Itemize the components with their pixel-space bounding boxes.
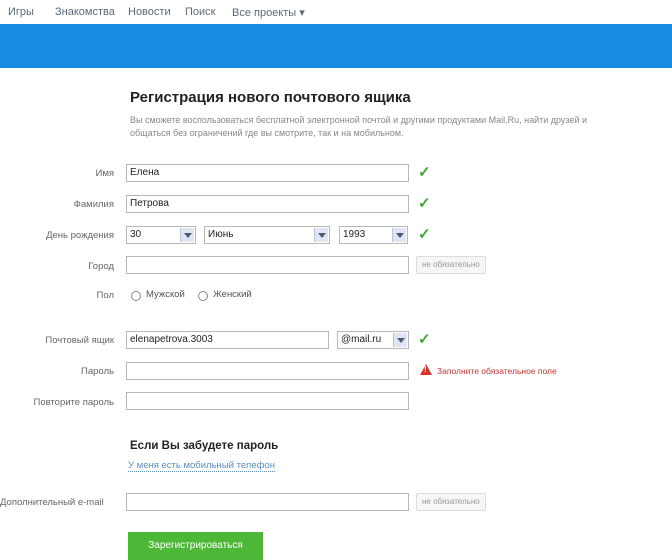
city-label: Город: [88, 261, 114, 272]
password-input[interactable]: [126, 362, 409, 380]
gender-male-radio[interactable]: [131, 291, 141, 301]
birthday-label: День рождения: [46, 230, 114, 241]
password-repeat-label: Повторите пароль: [33, 397, 114, 408]
email-check-icon: ✓: [418, 331, 431, 348]
email-domain-value: @mail.ru: [341, 334, 382, 345]
forgot-password-heading: Если Вы забудете пароль: [130, 440, 279, 452]
warning-triangle-icon: [420, 364, 432, 375]
register-button[interactable]: Зарегистрироваться: [128, 532, 263, 560]
birth-month-value: Июнь: [208, 229, 234, 240]
page-description: Вы сможете воспользоваться бесплатной эл…: [130, 115, 587, 138]
extra-email-input[interactable]: [126, 493, 409, 511]
birth-year-value: 1993: [343, 229, 366, 240]
extra-email-label: Дополнительный e-mail: [0, 497, 104, 508]
chevron-down-icon: [393, 333, 407, 347]
city-optional-hint: не обязательно: [416, 256, 486, 274]
city-input[interactable]: [126, 256, 409, 274]
birth-year-select[interactable]: 1993: [339, 226, 408, 244]
header-banner: [0, 24, 672, 68]
page-title: Регистрация нового почтового ящика: [130, 89, 411, 106]
chevron-down-icon: [392, 228, 406, 242]
birth-month-select[interactable]: Июнь: [204, 226, 330, 244]
chevron-down-icon: [180, 228, 194, 242]
last-name-check-icon: ✓: [418, 195, 431, 212]
email-login-input[interactable]: elenapetrova.3003: [126, 331, 329, 349]
email-label: Почтовый ящик: [45, 335, 114, 346]
gender-label: Пол: [96, 290, 114, 301]
last-name-input[interactable]: Петрова: [126, 195, 409, 213]
nav-dating[interactable]: Знакомства: [55, 6, 115, 18]
first-name-input[interactable]: Елена: [126, 164, 409, 182]
birthday-check-icon: ✓: [418, 226, 431, 243]
nav-games[interactable]: Игры: [8, 6, 34, 18]
birth-day-select[interactable]: 30: [126, 226, 196, 244]
password-error-message: Заполните обязательное поле: [437, 366, 557, 376]
password-label: Пароль: [81, 366, 114, 377]
nav-all-projects[interactable]: Все проекты ▾: [232, 6, 305, 19]
first-name-check-icon: ✓: [418, 164, 431, 181]
extra-email-optional-hint: не обязательно: [416, 493, 486, 511]
password-repeat-input[interactable]: [126, 392, 409, 410]
top-navigation: Игры Знакомства Новости Поиск Все проект…: [0, 0, 672, 24]
nav-news[interactable]: Новости: [128, 6, 171, 18]
gender-female-radio[interactable]: [198, 291, 208, 301]
mobile-phone-link[interactable]: У меня есть мобильный телефон: [128, 460, 275, 472]
first-name-label: Имя: [95, 168, 114, 179]
gender-female-label[interactable]: Женский: [213, 289, 252, 300]
chevron-down-icon: [314, 228, 328, 242]
birth-day-value: 30: [130, 229, 142, 240]
gender-male-label[interactable]: Мужской: [146, 289, 185, 300]
last-name-label: Фамилия: [73, 199, 114, 210]
email-domain-select[interactable]: @mail.ru: [337, 331, 409, 349]
nav-search[interactable]: Поиск: [185, 6, 215, 18]
